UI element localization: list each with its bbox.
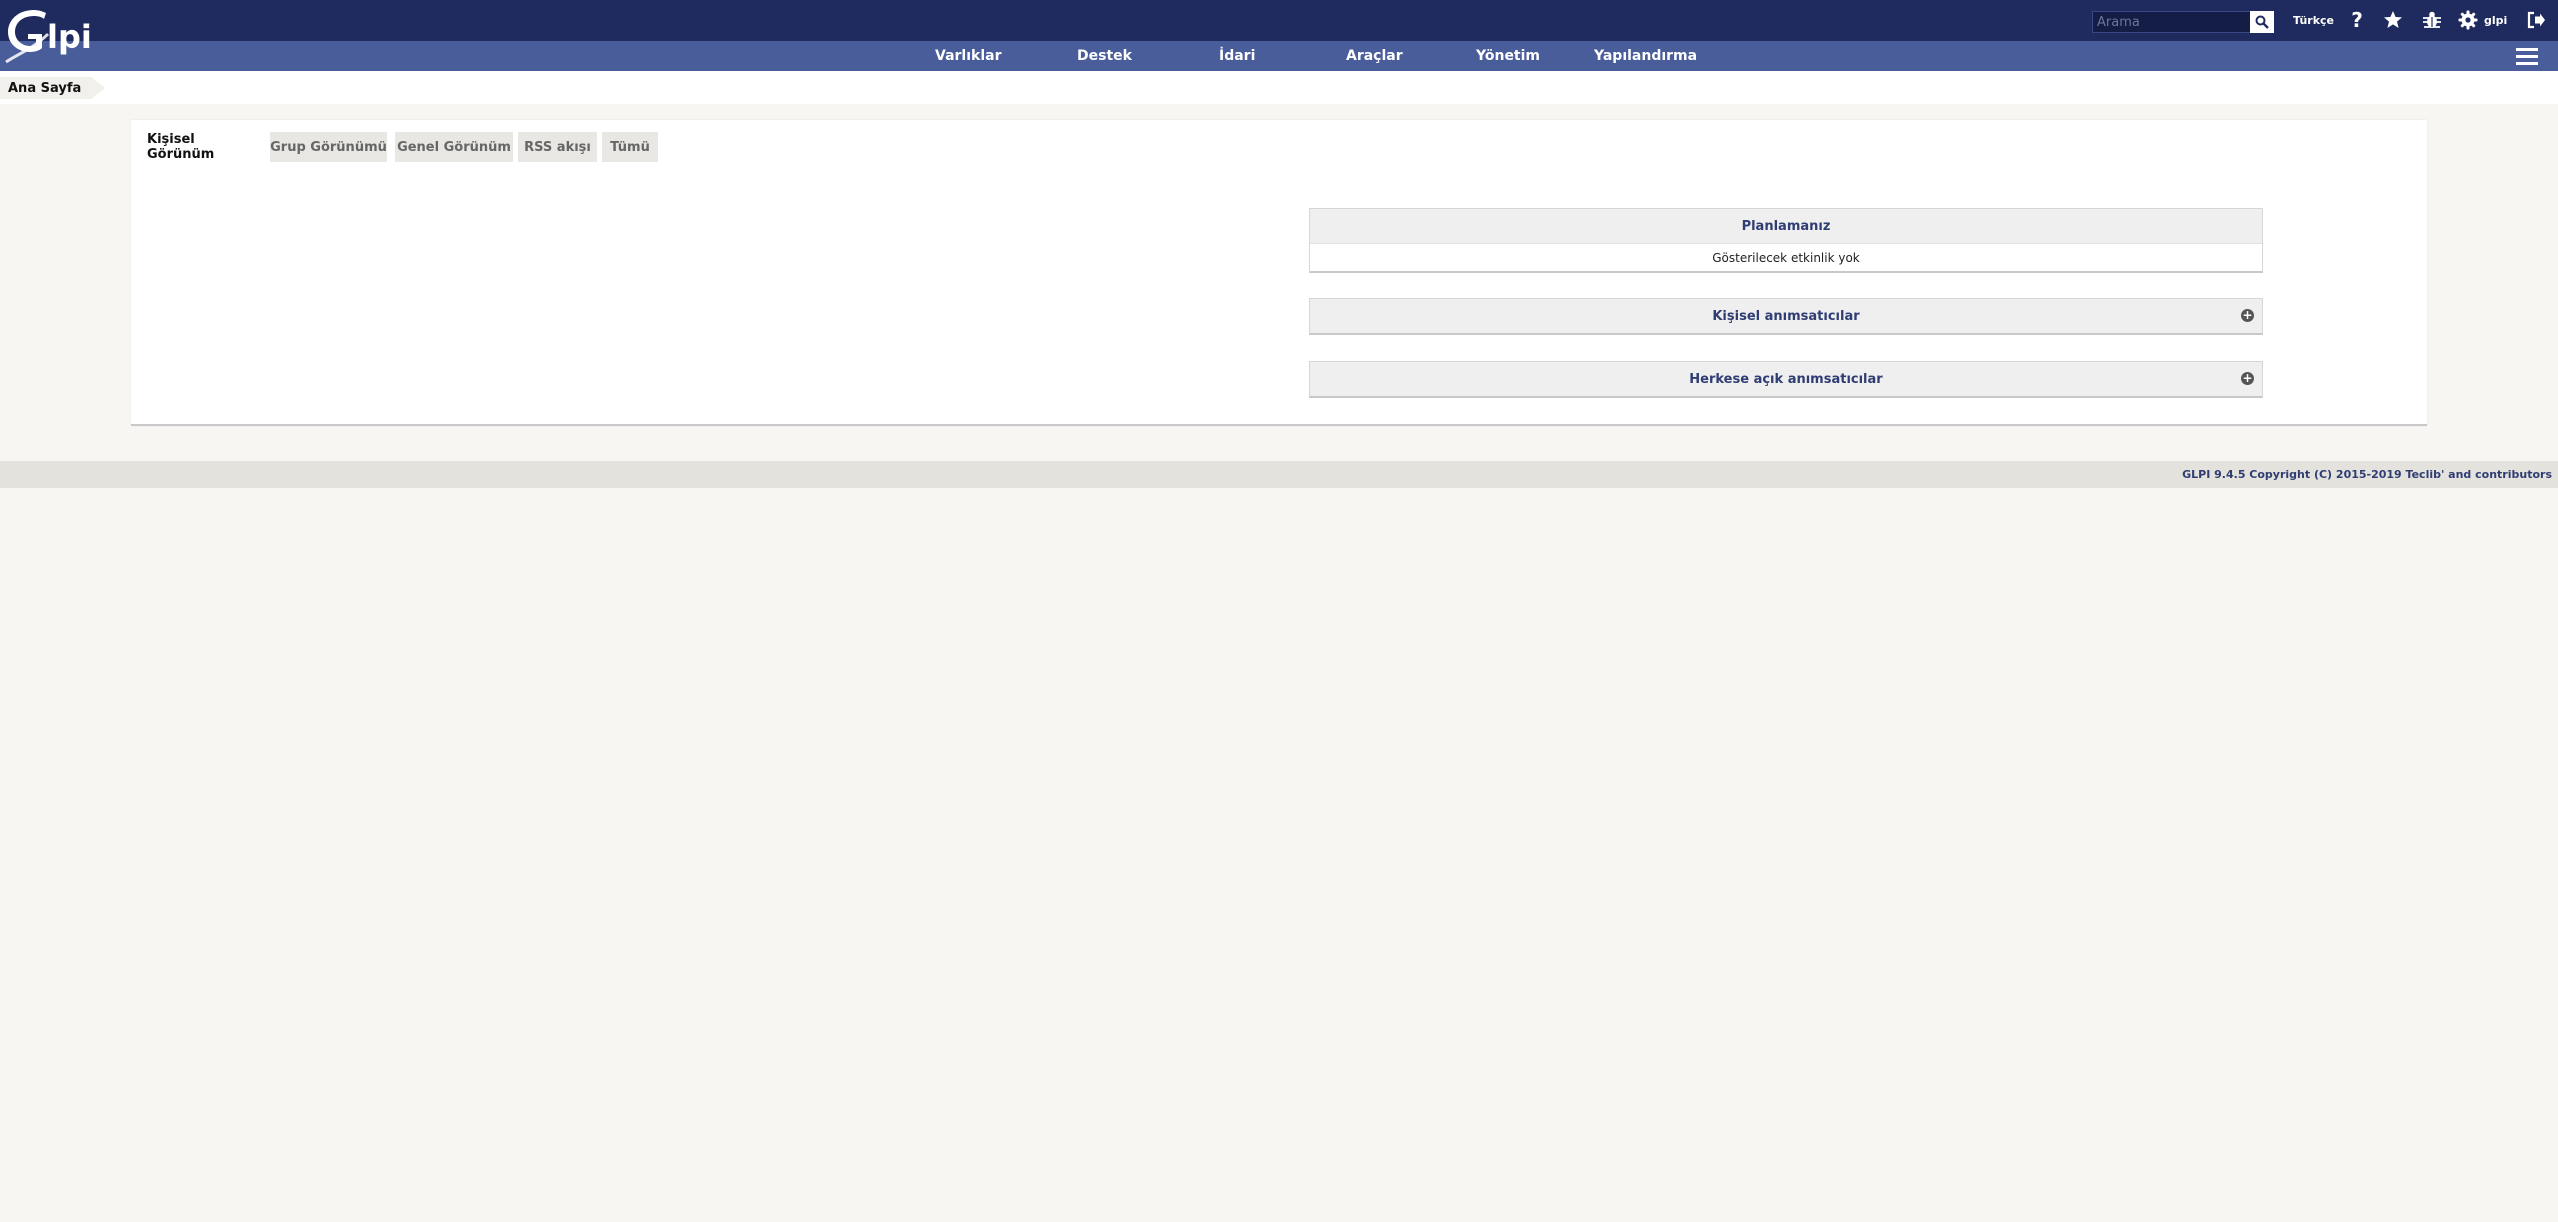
glpi-logo[interactable]: lpi xyxy=(4,4,96,64)
main-content: Kişisel Görünüm Grup Görünümü Genel Görü… xyxy=(131,120,2427,426)
personal-reminders-title[interactable]: Kişisel anımsatıcılar xyxy=(1712,309,1859,324)
menu-item-management[interactable]: İdari xyxy=(1219,41,1255,71)
language-selector[interactable]: Türkçe xyxy=(2293,0,2334,41)
menu-item-setup[interactable]: Yapılandırma xyxy=(1594,41,1697,71)
search-button[interactable] xyxy=(2250,11,2274,33)
planning-panel: Planlamanız Gösterilecek etkinlik yok xyxy=(1309,208,2263,273)
tab-personal-view[interactable]: Kişisel Görünüm xyxy=(147,132,257,162)
hamburger-menu-icon[interactable] xyxy=(2514,44,2540,68)
search-icon xyxy=(2255,15,2269,29)
menu-item-assistance[interactable]: Destek xyxy=(1077,41,1132,71)
tab-group-view[interactable]: Grup Görünümü xyxy=(270,132,387,162)
menu-item-assets[interactable]: Varlıklar xyxy=(935,41,1001,71)
add-public-reminder-icon[interactable]: + xyxy=(2241,372,2254,385)
tab-rss-feed[interactable]: RSS akışı xyxy=(518,132,597,162)
footer-copyright[interactable]: GLPI 9.4.5 Copyright (C) 2015-2019 Tecli… xyxy=(2182,468,2552,481)
public-reminders-title[interactable]: Herkese açık anımsatıcılar xyxy=(1689,372,1882,387)
planning-empty-message: Gösterilecek etkinlik yok xyxy=(1310,243,2262,271)
star-icon[interactable] xyxy=(2381,8,2405,32)
breadcrumb-home[interactable]: Ana Sayfa xyxy=(0,77,105,99)
tab-all[interactable]: Tümü xyxy=(602,132,658,162)
personal-reminders-panel: Kişisel anımsatıcılar + xyxy=(1309,298,2263,335)
user-profile-link[interactable]: glpi xyxy=(2484,0,2507,41)
top-header: lpi Türkçe ? xyxy=(0,0,2558,64)
personal-reminders-header: Kişisel anımsatıcılar + xyxy=(1310,299,2262,333)
planning-panel-title[interactable]: Planlamanız xyxy=(1310,209,2262,243)
breadcrumb: Ana Sayfa xyxy=(0,71,2558,104)
tab-global-view[interactable]: Genel Görünüm xyxy=(395,132,513,162)
bug-icon[interactable] xyxy=(2420,8,2444,32)
help-icon[interactable]: ? xyxy=(2345,8,2369,32)
public-reminders-panel: Herkese açık anımsatıcılar + xyxy=(1309,361,2263,398)
footer: GLPI 9.4.5 Copyright (C) 2015-2019 Tecli… xyxy=(0,461,2558,488)
logout-icon[interactable] xyxy=(2524,8,2548,32)
menu-item-administration[interactable]: Yönetim xyxy=(1476,41,1540,71)
search-input[interactable] xyxy=(2092,11,2272,33)
add-personal-reminder-icon[interactable]: + xyxy=(2241,309,2254,322)
public-reminders-header: Herkese açık anımsatıcılar + xyxy=(1310,362,2262,396)
menu-item-tools[interactable]: Araçlar xyxy=(1346,41,1403,71)
svg-text:lpi: lpi xyxy=(47,18,92,56)
gear-icon[interactable] xyxy=(2456,8,2480,32)
main-menu: Varlıklar Destek İdari Araçlar Yönetim Y… xyxy=(0,41,2558,71)
